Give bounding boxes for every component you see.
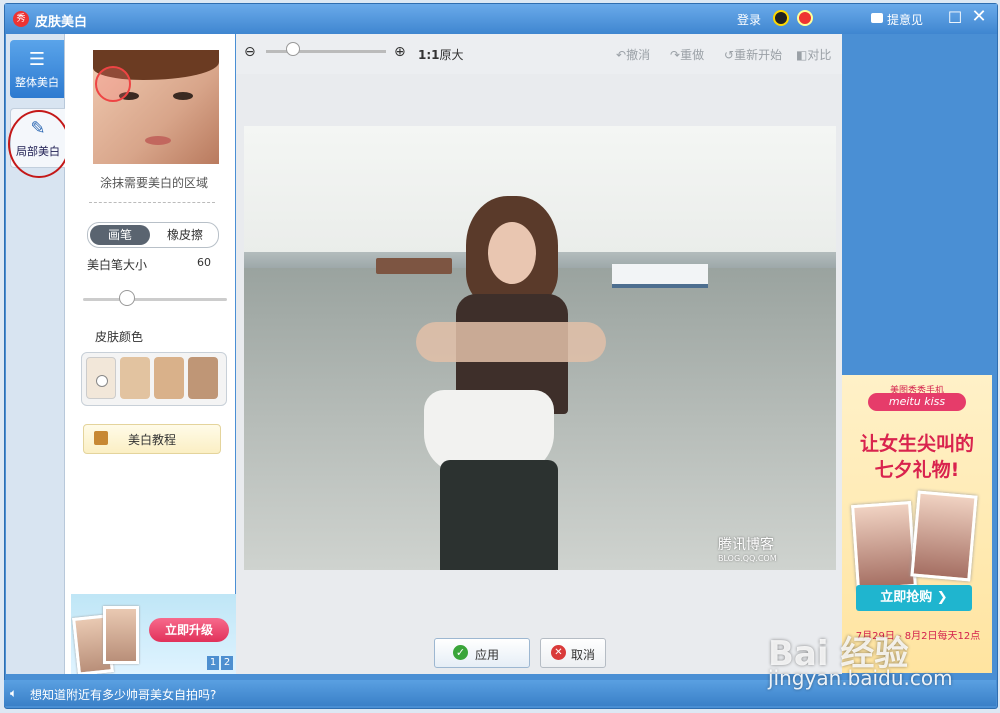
ad-brand-logo: meitu kiss [868, 393, 966, 411]
cancel-label: 取消 [571, 648, 596, 662]
skin-swatch-3[interactable] [154, 357, 184, 399]
zoom-slider-track[interactable] [266, 50, 386, 53]
ad-page-1[interactable]: 1 [207, 656, 219, 670]
photo-subject-face [488, 222, 536, 284]
instruction-text: 涂抹需要美白的区域 [99, 176, 208, 190]
undo-icon: ↶ [616, 48, 627, 62]
photo-watermark: 腾讯博客 BLOG.QQ.COM [718, 537, 777, 563]
upgrade-now-button[interactable]: 立即升级 [149, 618, 229, 642]
ad-page-2[interactable]: 2 [221, 656, 233, 670]
close-icon: ✕ [551, 645, 566, 660]
ad-headline-1: 让女生尖叫的 [859, 433, 974, 455]
apply-button[interactable]: ✓ 应用 [434, 638, 530, 668]
tab-label: 整体美白 [15, 76, 59, 89]
original-ratio: 1:1 [418, 48, 440, 62]
maximize-button[interactable]: ☐ [947, 10, 963, 26]
mode-tab-strip: ☰ 整体美白 ✎ 局部美白 [6, 34, 70, 674]
restart-icon: ↺ [724, 48, 735, 62]
eraser-button[interactable]: 橡皮擦 [154, 225, 216, 245]
brush-size-value: 60 [197, 256, 211, 269]
sliders-icon: ☰ [28, 49, 46, 70]
ad-headline-2: 七夕礼物! [874, 459, 960, 481]
undo-button[interactable]: ↶撤消 [616, 46, 650, 63]
skin-swatch-2[interactable] [120, 357, 150, 399]
brush-size-slider-handle[interactable] [119, 290, 135, 306]
ad-photo [103, 606, 139, 664]
skin-color-label: 皮肤颜色 [95, 330, 144, 344]
app-logo-icon: 秀 [13, 11, 29, 27]
photo-subject-arms [416, 322, 606, 362]
speaker-icon: 🔈︎ [10, 686, 18, 700]
qq-icon[interactable] [773, 10, 789, 26]
photo-ferry [612, 264, 708, 288]
redo-label: 重做 [680, 48, 705, 62]
redo-icon: ↷ [670, 48, 681, 62]
original-label: 原大 [439, 48, 464, 62]
book-icon [94, 431, 108, 445]
zoom-slider-handle[interactable] [286, 42, 300, 56]
check-icon: ✓ [453, 645, 468, 660]
zoom-out-icon[interactable]: ⊖ [244, 44, 256, 60]
status-message-link[interactable]: 想知道附近有多少帅哥美女自拍吗? [30, 686, 216, 703]
title-bar: 秀 皮肤美白 登录 提意见 ☐ ✕ [5, 4, 997, 34]
buy-now-button[interactable]: 立即抢购 ❯ [856, 585, 972, 611]
restart-button[interactable]: ↺重新开始 [724, 46, 782, 63]
editor-area: ⊖ ⊕ 1:1原大 ↶撤消 ↷重做 ↺重新开始 ◧对比 腾讯博客 BLOG.QQ.… [236, 34, 842, 674]
skin-swatch-4[interactable] [188, 357, 218, 399]
photo-subject-skirt [440, 460, 558, 570]
apply-label: 应用 [475, 648, 500, 662]
tutorial-button[interactable]: 美白教程 [83, 424, 221, 454]
brush-eraser-toggle: 画笔 橡皮擦 [87, 222, 219, 248]
brush-cursor-icon [95, 66, 131, 102]
zoom-in-icon[interactable]: ⊕ [394, 44, 406, 60]
baidu-watermark-url: jingyan.baidu.com [768, 666, 953, 690]
tool-panel: 涂抹需要美白的区域 画笔 橡皮擦 美白笔大小 60 皮肤颜色 美白教程 立即升级… [65, 34, 237, 674]
skin-swatch-1[interactable] [86, 357, 116, 399]
tab-whole-whitening[interactable]: ☰ 整体美白 [10, 40, 64, 98]
compare-button[interactable]: ◧对比 [796, 46, 831, 63]
compare-icon: ◧ [796, 48, 808, 62]
restart-label: 重新开始 [734, 48, 783, 62]
compare-label: 对比 [807, 48, 832, 62]
tutorial-label: 美白教程 [128, 433, 177, 447]
original-size-button[interactable]: 1:1原大 [418, 46, 464, 63]
divider [89, 202, 215, 203]
ad-photo [851, 501, 917, 591]
brush-size-label: 美白笔大小 [87, 258, 148, 272]
selected-indicator-icon [96, 375, 108, 387]
redo-button[interactable]: ↷重做 [670, 46, 704, 63]
upgrade-ad-banner[interactable]: 立即升级 1 2 [71, 594, 237, 674]
brush-button[interactable]: 画笔 [90, 225, 150, 245]
weibo-icon[interactable] [797, 10, 813, 26]
ad-photo [910, 490, 978, 582]
window-title: 皮肤美白 [35, 15, 88, 30]
brush-size-slider-track[interactable] [83, 298, 227, 301]
cancel-button[interactable]: ✕ 取消 [540, 638, 606, 668]
feedback-link[interactable]: 提意见 [887, 11, 923, 28]
feedback-icon[interactable] [871, 13, 883, 23]
photo-boat [376, 258, 452, 274]
photo-canvas[interactable]: 腾讯博客 BLOG.QQ.COM [244, 126, 836, 570]
login-link[interactable]: 登录 [737, 11, 761, 28]
skin-color-swatches [81, 352, 227, 406]
highlight-circle-annotation [8, 110, 70, 178]
undo-label: 撤消 [626, 48, 651, 62]
editor-toolbar: ⊖ ⊕ 1:1原大 ↶撤消 ↷重做 ↺重新开始 ◧对比 [236, 34, 842, 74]
close-button[interactable]: ✕ [971, 8, 987, 26]
